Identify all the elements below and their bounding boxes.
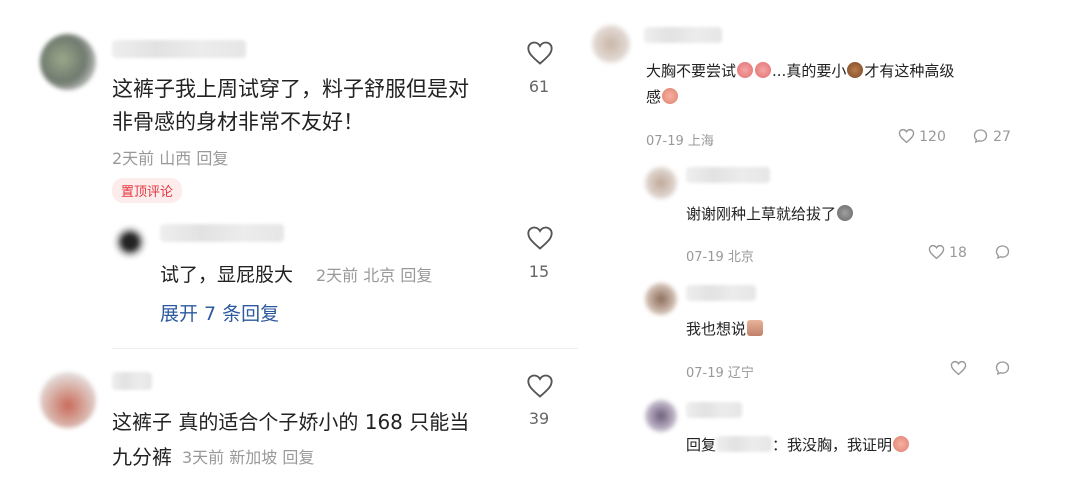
- comment-meta[interactable]: 3天前 新加坡 回复: [182, 444, 314, 468]
- username[interactable]: [160, 224, 284, 242]
- heart-icon[interactable]: [526, 373, 554, 403]
- avatar[interactable]: [40, 372, 96, 428]
- comment-text: 九分裤: [112, 445, 172, 469]
- username[interactable]: [644, 27, 722, 43]
- comment-date-location: 07-19 上海: [646, 134, 714, 149]
- reply-text: 我也想说: [686, 318, 764, 339]
- reply-text: 谢谢刚种上草就给拔了: [686, 203, 854, 224]
- avatar[interactable]: [592, 25, 630, 63]
- username[interactable]: [112, 40, 246, 58]
- like-button[interactable]: [950, 360, 967, 380]
- mentioned-username[interactable]: [716, 436, 773, 452]
- reply-button[interactable]: [994, 360, 1011, 380]
- avatar[interactable]: [645, 167, 677, 199]
- reply-meta[interactable]: 2天前 北京 回复: [316, 262, 432, 286]
- blush-emoji-icon: [893, 436, 910, 452]
- crying-emoji-icon: [755, 62, 772, 78]
- avatar[interactable]: [645, 283, 677, 315]
- comment-bubble-icon: [973, 129, 988, 144]
- comment-text: 这裤子 真的适合个子娇小的 168 只能当: [112, 410, 470, 434]
- heart-icon: [950, 360, 967, 376]
- avatar[interactable]: [114, 226, 146, 258]
- username[interactable]: [686, 285, 756, 301]
- comment-bubble-icon: [995, 245, 1010, 260]
- comment-text: 大胸不要尝试 ...真的要小 才有这种高级: [646, 62, 955, 80]
- heart-icon[interactable]: [526, 40, 554, 70]
- poop-emoji-icon: [837, 205, 854, 221]
- reply-date-location: 07-19 北京: [686, 250, 754, 265]
- like-button[interactable]: 120: [898, 128, 946, 145]
- face-emoji-icon: [747, 320, 764, 336]
- reply-count: 27: [993, 129, 1011, 145]
- bear-emoji-icon: [847, 62, 864, 78]
- like-count: 120: [919, 129, 946, 145]
- heart-icon: [898, 128, 915, 144]
- reply-text: 回复 ：我没胸，我证明: [686, 434, 910, 455]
- comment-text: 这裤子我上周试穿了，料子舒服但是对: [112, 77, 469, 101]
- comment-bubble-icon: [995, 361, 1010, 376]
- heart-icon: [928, 244, 945, 260]
- username[interactable]: [112, 372, 152, 390]
- divider: [112, 348, 578, 349]
- like-count: 61: [528, 77, 550, 96]
- avatar[interactable]: [40, 34, 96, 90]
- heart-icon[interactable]: [526, 225, 554, 255]
- pinned-comment-badge: 置顶评论: [112, 178, 183, 203]
- comment-text: 感: [646, 86, 679, 107]
- username[interactable]: [686, 402, 742, 418]
- expand-replies-link[interactable]: 展开 7 条回复: [160, 299, 279, 326]
- reply-button[interactable]: [994, 244, 1011, 264]
- reply-text: 试了，显屁股大: [160, 264, 294, 286]
- reply-date-location: 07-19 辽宁: [686, 366, 754, 381]
- comment-meta[interactable]: 2天前 山西 回复: [112, 145, 228, 169]
- like-button[interactable]: 18: [928, 244, 967, 261]
- username[interactable]: [686, 167, 770, 183]
- avatar[interactable]: [645, 400, 677, 432]
- like-count: 15: [528, 262, 550, 281]
- blush-emoji-icon: [662, 88, 679, 104]
- like-count: 18: [949, 245, 967, 261]
- like-count: 39: [528, 409, 550, 428]
- crying-emoji-icon: [737, 62, 754, 78]
- reply-button[interactable]: 27: [972, 128, 1011, 145]
- comment-text: 非骨感的身材非常不友好！: [112, 110, 364, 134]
